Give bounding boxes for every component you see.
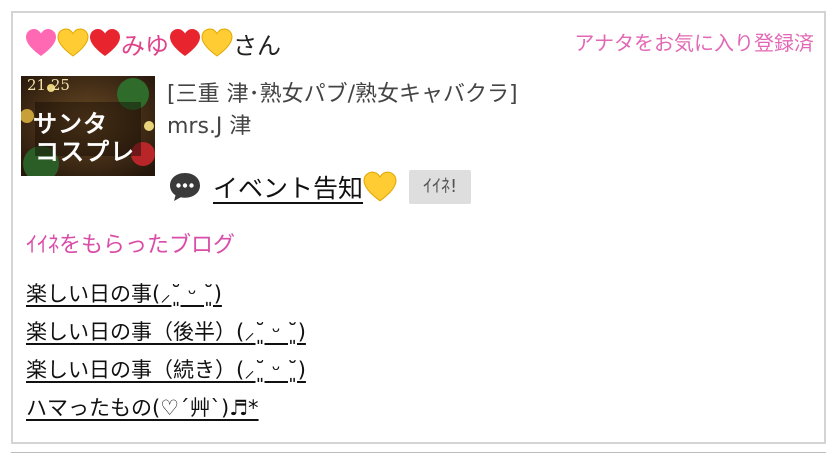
pink-heart-icon [25,28,57,58]
post-row: イベント告知 ｲｲﾈ! [167,167,472,207]
post-thumbnail[interactable]: 21.25 サンタ コスプレ [21,76,155,176]
divider [11,452,826,453]
yellow-heart-icon [201,28,233,58]
thumbnail-date: 21.25 [27,76,70,94]
user-name-text: みゆ [121,31,169,60]
yellow-heart-icon [363,171,397,202]
red-heart-icon [169,28,201,58]
thumbnail-caption-line2: コスプレ [35,137,135,166]
liked-blogs-heading: ｲｲﾈをもらったブログ [26,233,236,258]
liked-blogs-list: 楽しい日の事(⸝˘͈ ᵕ ˘͈) 楽しい日の事（後半）(⸝˘͈ ᵕ ˘͈) 楽し… [26,275,306,427]
honorific-suffix: さん [233,31,281,60]
post-title-link[interactable]: イベント告知 [213,169,397,205]
blog-link[interactable]: 楽しい日の事(⸝˘͈ ᵕ ˘͈) [26,275,306,313]
shop-category: [三重 津･熟女パブ/熟女キャバクラ] [167,82,518,107]
notification-card: みゆ さん アナタをお気に入り登録済 21.25 サンタ コスプレ [三重 津･… [11,11,826,444]
shop-info: [三重 津･熟女パブ/熟女キャバクラ] mrs.J 津 [167,79,518,143]
blog-link[interactable]: 楽しい日の事（後半）(⸝˘͈ ᵕ ˘͈) [26,313,306,351]
like-button[interactable]: ｲｲﾈ! [409,170,472,204]
yellow-heart-icon [57,28,89,58]
red-heart-icon [89,28,121,58]
blog-link[interactable]: ハマったもの(♡´艸`)♬* [26,389,306,427]
post-title-text: イベント告知 [213,174,364,203]
shop-name[interactable]: mrs.J 津 [167,111,518,143]
speech-bubble-icon [170,173,200,201]
favorite-status: アナタをお気に入り登録済 [574,31,814,55]
blog-link[interactable]: 楽しい日の事（続き）(⸝˘͈ ᵕ ˘͈) [26,351,306,389]
user-name[interactable]: みゆ さん [25,23,281,63]
